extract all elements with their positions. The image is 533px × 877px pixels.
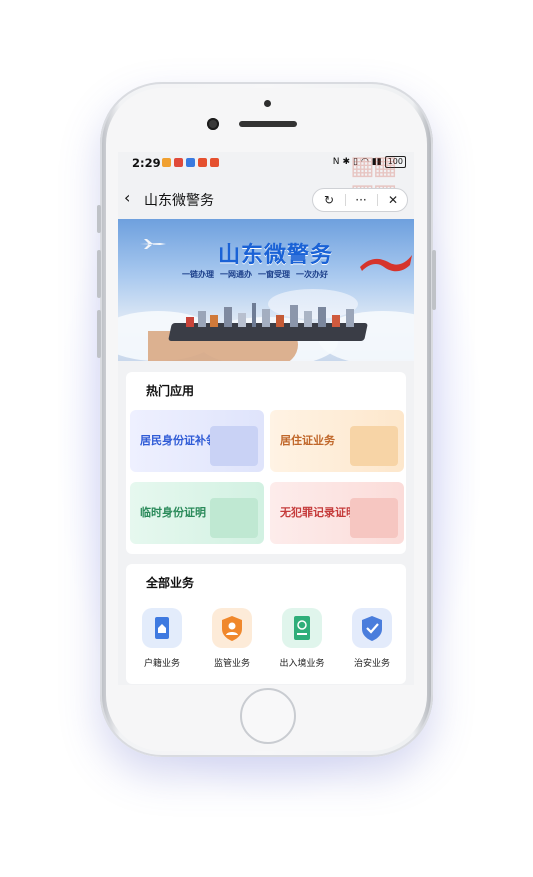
slogan: 一网通办 xyxy=(220,270,252,279)
slogan: 一次办好 xyxy=(296,270,328,279)
services-grid: 户籍业务 监管业务 出入境业务 治安业务 xyxy=(126,608,406,678)
nfc-icon: N xyxy=(332,157,340,167)
service-label: 监管业务 xyxy=(213,659,250,669)
notification-icon xyxy=(210,158,219,167)
document-icon xyxy=(350,498,398,538)
hot-apps-title: 热门应用 xyxy=(146,384,195,398)
app-tile-residence-permit[interactable]: 居住证业务 xyxy=(270,410,404,472)
service-label: 户籍业务 xyxy=(143,659,180,669)
ribbon-decoration xyxy=(360,255,412,272)
house-icon xyxy=(350,426,398,466)
service-public-security[interactable]: 治安业务 xyxy=(342,608,402,669)
notification-icon xyxy=(186,158,195,167)
miniapp-capsule: ↻ ··· ✕ xyxy=(312,188,408,212)
app-tile-label: 居民身份证补领 xyxy=(140,434,217,447)
status-time: 2:29 xyxy=(132,156,161,170)
security-shield-icon xyxy=(352,608,392,648)
app-tile-no-criminal-record[interactable]: 无犯罪记录证明 xyxy=(270,482,404,544)
sensor-dot xyxy=(264,100,271,107)
airplane-icon xyxy=(140,239,166,249)
banner-title: 山东微警务 xyxy=(218,243,334,268)
service-supervision[interactable]: 监管业务 xyxy=(202,608,262,669)
notification-icon xyxy=(174,158,183,167)
household-icon xyxy=(142,608,182,648)
app-tile-id-card-reissue[interactable]: 居民身份证补领 xyxy=(130,410,264,472)
city-skyline xyxy=(180,301,366,327)
home-button[interactable] xyxy=(240,688,296,744)
notification-icon xyxy=(162,158,171,167)
shield-person-icon xyxy=(212,608,252,648)
slogan: 一窗受理 xyxy=(258,270,290,279)
back-icon[interactable]: ‹ xyxy=(124,190,138,206)
screen: 2:29 N ✱ ▯ ◠ ▮▮ 100 ▦▦▦▦ ‹ 山东微警务 ↻ ··· ✕ xyxy=(118,152,414,685)
service-label: 治安业务 xyxy=(353,659,390,669)
refresh-icon[interactable]: ↻ xyxy=(313,189,345,211)
app-tile-temporary-id[interactable]: 临时身份证明 xyxy=(130,482,264,544)
nav-bar: ‹ 山东微警务 ↻ ··· ✕ xyxy=(118,176,414,222)
all-services-card: 全部业务 户籍业务 监管业务 出入境业务 治安业务 xyxy=(126,564,406,684)
app-tile-label: 临时身份证明 xyxy=(140,506,206,519)
page-title: 山东微警务 xyxy=(144,193,214,209)
bluetooth-icon: ✱ xyxy=(342,157,350,167)
passport-icon xyxy=(282,608,322,648)
power-button xyxy=(432,250,436,310)
front-camera-icon xyxy=(207,118,219,130)
more-button[interactable]: ··· xyxy=(345,189,377,211)
mute-switch xyxy=(97,205,101,233)
notification-icon xyxy=(198,158,207,167)
slogan: 一链办理 xyxy=(182,270,214,279)
id-card-icon xyxy=(210,426,258,466)
volume-up-button xyxy=(97,250,101,298)
all-services-title: 全部业务 xyxy=(146,576,195,590)
hot-apps-card: 热门应用 居民身份证补领 居住证业务 临时身份证明 无犯罪记录证明 xyxy=(126,372,406,554)
earpiece-speaker xyxy=(239,121,297,127)
service-label: 出入境业务 xyxy=(279,659,325,669)
app-tile-label: 无犯罪记录证明 xyxy=(280,506,357,519)
volume-down-button xyxy=(97,310,101,358)
certificate-icon xyxy=(210,498,258,538)
close-button[interactable]: ✕ xyxy=(377,189,409,211)
hero-banner[interactable]: 山东微警务 一链办理 一网通办 一窗受理 一次办好 xyxy=(118,219,414,361)
banner-slogans: 一链办理 一网通办 一窗受理 一次办好 xyxy=(182,269,328,280)
service-household[interactable]: 户籍业务 xyxy=(132,608,192,669)
service-entry-exit[interactable]: 出入境业务 xyxy=(272,608,332,669)
app-tile-label: 居住证业务 xyxy=(280,434,335,447)
